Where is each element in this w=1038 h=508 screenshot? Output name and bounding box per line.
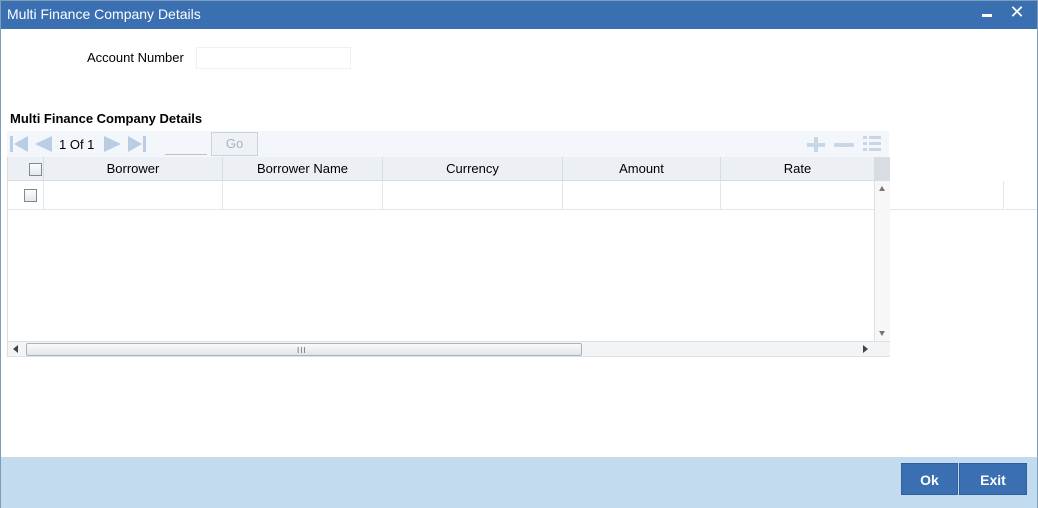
last-page-icon[interactable] — [127, 135, 147, 153]
account-number-label: Account Number — [87, 50, 184, 65]
select-all-checkbox[interactable] — [29, 163, 42, 176]
amount-cell[interactable] — [563, 181, 721, 209]
borrower-cell[interactable] — [44, 181, 223, 209]
go-button[interactable]: Go — [211, 132, 258, 156]
single-view-icon[interactable] — [861, 134, 883, 154]
finance-details-grid: Borrower Borrower Name Currency Amount R… — [7, 157, 890, 357]
grid-overflow-cell — [890, 181, 1004, 210]
grid-toolbar: 1 Of 1 Go — [7, 131, 889, 157]
column-header-borrower[interactable]: Borrower — [44, 157, 223, 181]
scroll-grip-icon: III — [297, 346, 307, 355]
grid-header-row: Borrower Borrower Name Currency Amount R… — [8, 157, 874, 181]
exit-button[interactable]: Exit — [959, 463, 1027, 495]
column-header-amount[interactable]: Amount — [563, 157, 721, 181]
close-icon[interactable]: ✕ — [1006, 3, 1028, 25]
footer-bar: Ok Exit — [1, 457, 1037, 508]
row-checkbox[interactable] — [24, 189, 37, 202]
grid-overflow-cell — [1005, 181, 1037, 210]
account-number-input[interactable] — [196, 47, 351, 69]
table-row[interactable] — [8, 181, 874, 210]
page-number-input[interactable] — [165, 133, 207, 155]
next-page-icon[interactable] — [103, 135, 123, 153]
row-select-cell — [8, 181, 44, 209]
vertical-scrollbar[interactable] — [874, 181, 890, 341]
add-row-icon[interactable] — [805, 134, 827, 154]
multi-finance-window: Multi Finance Company Details ✕ Account … — [0, 0, 1038, 508]
currency-cell[interactable] — [383, 181, 563, 209]
column-header-borrower-name[interactable]: Borrower Name — [223, 157, 383, 181]
scroll-down-icon[interactable] — [879, 331, 885, 336]
select-all-cell — [8, 157, 44, 181]
scroll-up-icon[interactable] — [879, 186, 885, 191]
previous-page-icon[interactable] — [33, 135, 53, 153]
horizontal-scrollbar[interactable]: III — [8, 341, 890, 357]
horizontal-scroll-thumb[interactable]: III — [26, 343, 582, 356]
first-page-icon[interactable] — [9, 135, 29, 153]
delete-row-icon[interactable] — [833, 134, 855, 154]
scroll-left-icon[interactable] — [12, 345, 20, 353]
page-indicator: 1 Of 1 — [59, 137, 95, 152]
column-header-currency[interactable]: Currency — [383, 157, 563, 181]
minimize-icon[interactable] — [976, 3, 998, 25]
borrower-name-cell[interactable] — [223, 181, 383, 209]
title-bar: Multi Finance Company Details ✕ — [1, 1, 1037, 29]
column-header-rate[interactable]: Rate — [721, 157, 874, 181]
rate-cell[interactable] — [721, 181, 874, 209]
ok-button[interactable]: Ok — [901, 463, 958, 495]
window-title: Multi Finance Company Details — [7, 6, 201, 22]
section-title: Multi Finance Company Details — [10, 111, 203, 126]
scrollbar-corner — [874, 157, 890, 181]
scroll-right-icon[interactable] — [861, 345, 869, 353]
